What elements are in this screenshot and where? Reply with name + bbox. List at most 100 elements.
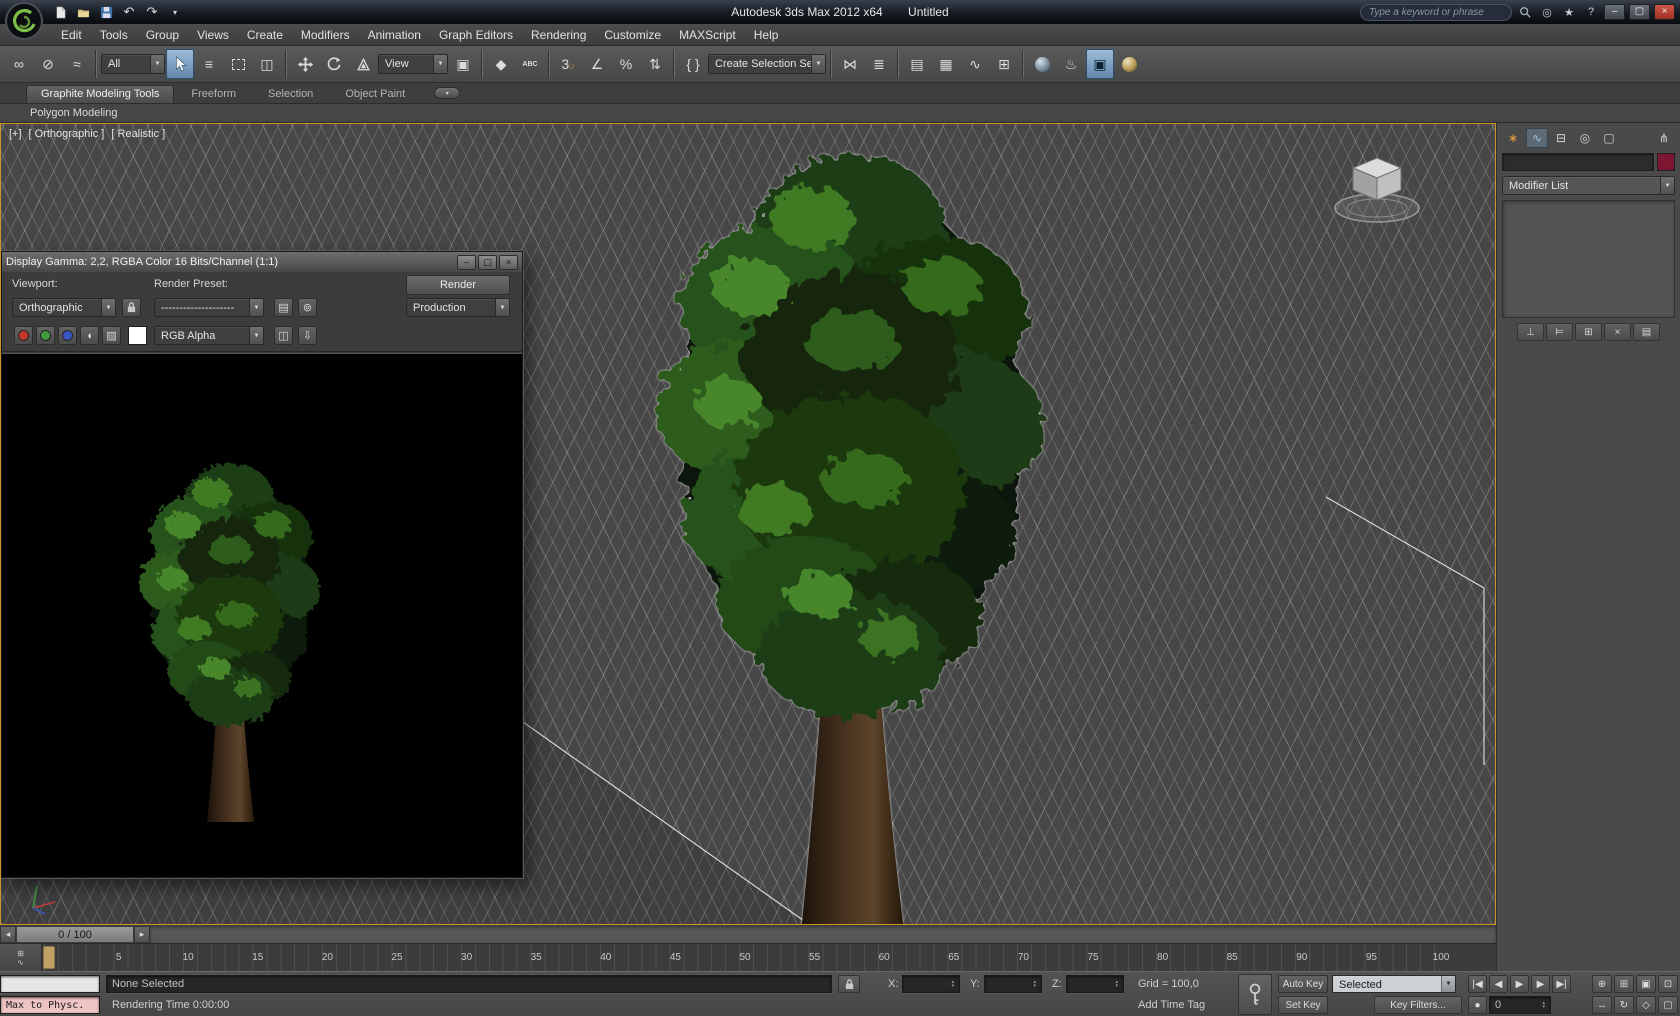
select-and-manipulate-button[interactable]: ◆ [487,49,515,79]
select-and-rotate-button[interactable] [320,49,348,79]
menu-item-graph-editors[interactable]: Graph Editors [430,24,522,46]
infocenter-search-input[interactable] [1360,4,1512,21]
previous-frame-button[interactable]: ◀ [1489,975,1508,993]
rectangular-selection-region-button[interactable] [224,49,252,79]
select-and-move-button[interactable] [291,49,319,79]
angle-snap-button[interactable]: ∠ [583,49,611,79]
selection-lock-toggle[interactable] [838,975,860,993]
z-coordinate-field[interactable]: ▴▾ [1066,975,1124,993]
modifier-list-combo[interactable]: Modifier List ▼ [1502,176,1675,195]
clone-rendered-frame-button[interactable]: ◫ [274,326,293,345]
application-menu-button[interactable] [4,1,44,41]
tab-selection[interactable]: Selection [253,85,328,103]
zoom-all-button[interactable]: ⊞ [1614,975,1634,993]
align-button[interactable]: ≣ [865,49,893,79]
selection-filter-combo[interactable]: All ▼ [101,54,165,74]
time-slider-next-button[interactable]: ▸ [134,926,150,943]
y-coordinate-field[interactable]: ▴▾ [984,975,1042,993]
menu-item-modifiers[interactable]: Modifiers [292,24,359,46]
set-key-button[interactable]: Set Key [1278,996,1328,1014]
communication-center-button[interactable]: ◎ [1538,4,1556,20]
field-of-view-button[interactable]: ◇ [1636,996,1656,1014]
tab-hierarchy[interactable]: ⊟ [1550,128,1572,148]
menu-item-views[interactable]: Views [188,24,238,46]
named-selection-sets-combo[interactable]: Create Selection Se ▼ [708,54,826,74]
zoom-extents-button[interactable]: ▣ [1636,975,1656,993]
keyboard-shortcut-override-button[interactable]: ABC [516,49,544,79]
time-slider-prev-button[interactable]: ◂ [0,926,16,943]
window-crossing-toggle-button[interactable]: ◫ [253,49,281,79]
alpha-channel-button[interactable]: ▨ [102,326,121,345]
viewcube[interactable] [1325,150,1429,234]
tree-model[interactable] [611,126,1091,924]
zoom-extents-all-button[interactable]: ⊡ [1658,975,1678,993]
render-button[interactable]: Render [406,275,510,295]
background-color-swatch[interactable] [128,326,147,345]
unlink-selection-button[interactable]: ⊘ [34,49,62,79]
orbit-view-button[interactable]: ↻ [1614,996,1634,1014]
undo-button[interactable]: ↶ [119,3,139,21]
menu-item-maxscript[interactable]: MAXScript [670,24,745,46]
graphite-ribbon-toggle-button[interactable]: ▦ [932,49,960,79]
key-mode-toggle-button[interactable]: ● [1468,996,1487,1014]
pin-stack-button[interactable]: ⊥ [1517,323,1544,341]
select-and-scale-button[interactable] [349,49,377,79]
edit-named-selection-sets-button[interactable]: { } [679,49,707,79]
make-unique-button[interactable]: ⊞ [1575,323,1602,341]
menu-item-group[interactable]: Group [137,24,188,46]
menu-item-tools[interactable]: Tools [91,24,137,46]
auto-key-button[interactable]: Auto Key [1278,975,1328,993]
select-object-button[interactable] [166,49,194,79]
spinner-icon[interactable]: ▴▾ [1033,980,1036,988]
monochrome-channel-button[interactable]: ◖ [80,326,99,345]
close-window-button[interactable]: × [1654,4,1675,20]
maxscript-mini-listener[interactable]: Max to Physc. [0,996,100,1014]
play-animation-button[interactable]: ▶ [1510,975,1529,993]
modifier-stack-list[interactable] [1502,200,1675,318]
key-filters-button[interactable]: Key Filters... [1374,996,1462,1014]
green-channel-button[interactable] [36,326,55,345]
viewport-shading-menu[interactable]: [ Realistic ] [111,128,165,140]
go-to-start-button[interactable]: |◀ [1468,975,1487,993]
menu-item-help[interactable]: Help [745,24,788,46]
open-file-button[interactable] [73,3,93,21]
zoom-button[interactable]: ⊕ [1592,975,1612,993]
maximize-viewport-toggle[interactable]: ▢ [1658,996,1678,1014]
rfw-environment-button[interactable]: ⊚ [298,298,317,317]
ribbon-minimize-toggle[interactable]: ▾ [434,87,460,99]
menu-item-edit[interactable]: Edit [52,24,91,46]
viewport[interactable]: [+] [ Orthographic ] [ Realistic ] [0,123,1496,925]
rfw-channel-combo[interactable]: RGB Alpha ▼ [154,326,264,345]
search-button[interactable] [1516,4,1534,20]
tab-utilities[interactable]: ⋔ [1653,128,1675,148]
x-coordinate-field[interactable]: ▴▾ [902,975,960,993]
go-to-end-button[interactable]: ▶| [1552,975,1571,993]
rendered-frame-window-button[interactable]: ▣ [1086,49,1114,79]
rfw-preset-combo[interactable]: -------------------- ▼ [154,298,264,317]
spinner-snap-button[interactable]: ⇅ [641,49,669,79]
curve-editor-button[interactable]: ∿ [961,49,989,79]
maxscript-listener-white-pane[interactable] [0,975,100,993]
tab-graphite-modeling-tools[interactable]: Graphite Modeling Tools [26,85,174,103]
render-setup-button[interactable]: ♨ [1057,49,1085,79]
time-slider-handle[interactable]: 0 / 100 [16,926,134,943]
key-mode-combo[interactable]: Selected ▼ [1332,975,1456,993]
configure-modifier-sets-button[interactable]: ▤ [1633,323,1660,341]
rfw-close-button[interactable]: × [499,255,518,270]
schematic-view-button[interactable]: ⊞ [990,49,1018,79]
tab-object-paint[interactable]: Object Paint [330,85,420,103]
blue-channel-button[interactable] [58,326,77,345]
redo-button[interactable]: ↷ [142,3,162,21]
rfw-render-setup-button[interactable]: ▤ [274,298,293,317]
select-by-name-button[interactable]: ≡ [195,49,223,79]
rfw-maximize-button[interactable]: ▢ [478,255,497,270]
reference-coordinate-combo[interactable]: View ▼ [378,54,448,74]
spinner-icon[interactable]: ▴▾ [1115,980,1118,988]
select-and-link-button[interactable]: ∞ [5,49,33,79]
bind-to-space-warp-button[interactable]: ≈ [63,49,91,79]
remove-modifier-button[interactable]: × [1604,323,1631,341]
mirror-button[interactable]: ⋈ [836,49,864,79]
tab-motion[interactable]: ◎ [1574,128,1596,148]
rendered-frame-window[interactable]: Display Gamma: 2,2, RGBA Color 16 Bits/C… [1,251,523,878]
save-file-button[interactable] [96,3,116,21]
